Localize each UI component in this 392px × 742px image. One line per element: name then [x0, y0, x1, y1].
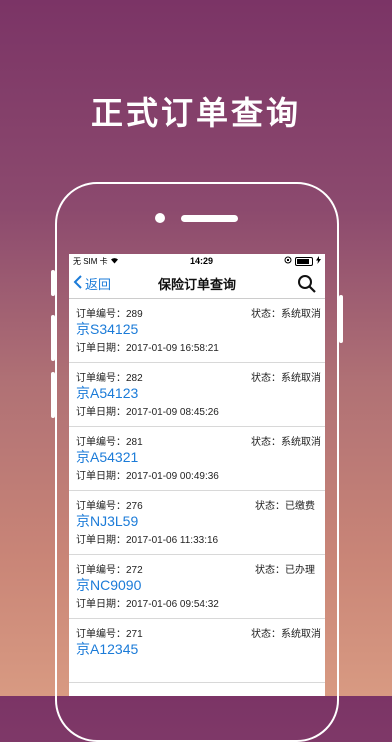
order-row[interactable]: 订单编号：289 状态：系统取消 京S34125 订单日期：2017-01-09 … [69, 299, 325, 363]
back-button[interactable]: 返回 [73, 268, 111, 298]
order-date: 2017-01-09 16:58:21 [126, 343, 219, 354]
order-date-label: 订单日期： [76, 407, 126, 418]
plate-number: 京A12345 [76, 641, 139, 657]
order-status: 已缴费 [285, 501, 315, 512]
phone-camera [155, 213, 165, 223]
phone-mute-switch [51, 270, 55, 296]
phone-screen: 无 SIM 卡 14:29 返回 保险订单查询 订单编号：289 状态：系统取消… [69, 254, 325, 696]
order-row[interactable]: 订单编号：281 状态：系统取消 京A54321 订单日期：2017-01-09 … [69, 427, 325, 491]
order-row[interactable]: 订单编号：271 状态：系统取消 京A12345 [69, 619, 325, 683]
plate-number: 京S34125 [76, 321, 139, 337]
order-date: 2017-01-09 08:45:26 [126, 407, 219, 418]
status-label: 状态： [251, 309, 281, 320]
order-row[interactable]: 订单编号：272 状态：已办理 京NC9090 订单日期：2017-01-06 0… [69, 555, 325, 619]
back-label: 返回 [85, 276, 112, 292]
order-date: 2017-01-06 09:54:32 [126, 599, 219, 610]
chevron-left-icon [73, 274, 85, 292]
order-date-label: 订单日期： [76, 343, 126, 354]
promo-headline: 正式订单查询 [90, 94, 301, 132]
status-time: 14:29 [189, 256, 213, 266]
plate-number: 京NJ3L59 [76, 513, 139, 529]
order-row[interactable]: 订单编号：282 状态：系统取消 京A54123 订单日期：2017-01-09 … [69, 363, 325, 427]
phone-volume-down [51, 372, 55, 418]
order-date-label: 订单日期： [76, 535, 126, 546]
status-label: 状态： [251, 629, 281, 640]
orientation-lock-icon [284, 256, 292, 266]
status-bar: 无 SIM 卡 14:29 [69, 254, 325, 268]
status-label: 状态： [255, 565, 285, 576]
carrier-label: 无 SIM 卡 [73, 256, 119, 267]
phone-power-button [339, 295, 343, 343]
battery-icon [295, 256, 313, 266]
order-status: 系统取消 [281, 437, 321, 448]
search-icon [297, 275, 317, 298]
phone-speaker [181, 215, 238, 222]
order-date: 2017-01-06 11:33:16 [126, 535, 219, 546]
plate-number: 京NC9090 [76, 577, 142, 593]
order-status: 系统取消 [281, 373, 321, 384]
charging-icon [316, 256, 321, 266]
status-label: 状态： [251, 437, 281, 448]
plate-number: 京A54123 [76, 385, 139, 401]
navigation-bar: 返回 保险订单查询 [69, 268, 325, 299]
order-date-label: 订单日期： [76, 471, 126, 482]
order-status: 已办理 [285, 565, 315, 576]
order-status: 系统取消 [281, 309, 321, 320]
status-label: 状态： [251, 373, 281, 384]
plate-number: 京A54321 [76, 449, 139, 465]
search-button[interactable] [297, 274, 317, 294]
order-date-label: 订单日期： [76, 599, 126, 610]
status-label: 状态： [255, 501, 285, 512]
order-date: 2017-01-09 00:49:36 [126, 471, 219, 482]
order-row[interactable]: 订单编号：276 状态：已缴费 京NJ3L59 订单日期：2017-01-06 1… [69, 491, 325, 555]
order-status: 系统取消 [281, 629, 321, 640]
wifi-icon [110, 257, 119, 266]
order-list: 订单编号：289 状态：系统取消 京S34125 订单日期：2017-01-09 … [69, 299, 325, 683]
phone-volume-up [51, 315, 55, 361]
